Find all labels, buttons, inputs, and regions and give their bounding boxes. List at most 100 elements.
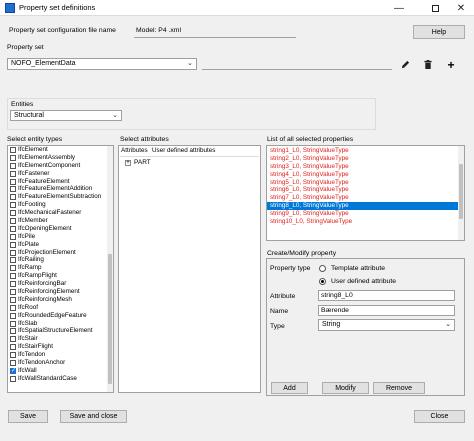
checkbox[interactable]: [10, 328, 16, 335]
checkbox[interactable]: [10, 281, 16, 288]
tab-user-defined-attributes[interactable]: User defined attributes: [152, 147, 215, 154]
name-field[interactable]: Bærende: [318, 305, 455, 316]
list-item[interactable]: IfcTendon: [8, 351, 113, 359]
save-and-close-button[interactable]: Save and close: [60, 410, 127, 423]
checkbox[interactable]: [10, 233, 16, 240]
checkbox[interactable]: [10, 146, 16, 153]
add-property-button[interactable]: Add: [271, 382, 308, 394]
checkbox[interactable]: [10, 217, 16, 224]
list-item[interactable]: string9_L0, StringValueType: [267, 210, 464, 218]
list-item[interactable]: IfcReinforcingBar: [8, 280, 113, 288]
selected-properties-scrollbar[interactable]: [458, 146, 464, 240]
modify-property-button[interactable]: Modify: [322, 382, 369, 394]
list-item[interactable]: IfcFastener: [8, 170, 113, 178]
list-item[interactable]: IfcStair: [8, 335, 113, 343]
help-button[interactable]: Help: [413, 25, 465, 39]
attribute-field[interactable]: string8_L0: [318, 290, 455, 301]
checkbox[interactable]: [10, 186, 16, 193]
list-item[interactable]: IfcPile: [8, 233, 113, 241]
list-item[interactable]: IfcElementComponent: [8, 162, 113, 170]
checkbox[interactable]: [10, 194, 16, 201]
delete-icon[interactable]: [421, 58, 435, 71]
checkbox[interactable]: [10, 312, 16, 319]
list-item[interactable]: string2_L0, StringValueType: [267, 155, 464, 163]
tree-node-part[interactable]: PART: [134, 159, 151, 166]
list-item[interactable]: IfcFeatureElement: [8, 178, 113, 186]
checkbox[interactable]: [10, 225, 16, 232]
checkbox[interactable]: [10, 202, 16, 209]
list-item[interactable]: IfcSpatialStructureElement: [8, 327, 113, 335]
list-item[interactable]: IfcRampFlight: [8, 272, 113, 280]
list-item[interactable]: IfcRamp: [8, 264, 113, 272]
scrollbar-thumb[interactable]: [459, 164, 463, 219]
checkbox[interactable]: [10, 320, 16, 327]
list-item[interactable]: string5_L0, StringValueType: [267, 179, 464, 187]
minimize-icon[interactable]: —: [384, 0, 414, 16]
checkbox[interactable]: [10, 344, 16, 351]
checkbox[interactable]: [10, 359, 16, 366]
remove-property-button[interactable]: Remove: [373, 382, 425, 394]
list-item-label: IfcWallStandardCase: [18, 374, 77, 382]
list-item[interactable]: IfcFeatureElementSubtraction: [8, 193, 113, 201]
list-item[interactable]: IfcMember: [8, 217, 113, 225]
checkbox[interactable]: [10, 375, 16, 382]
checkbox[interactable]: [10, 288, 16, 295]
list-item[interactable]: IfcPlate: [8, 241, 113, 249]
checkbox[interactable]: [10, 241, 16, 248]
list-item[interactable]: IfcWallStandardCase: [8, 375, 113, 383]
list-item[interactable]: string6_L0, StringValueType: [267, 186, 464, 194]
checkbox[interactable]: ✓: [10, 367, 16, 374]
entities-select[interactable]: Structural ⌄: [10, 110, 122, 121]
list-item[interactable]: IfcReinforcingElement: [8, 288, 113, 296]
list-item[interactable]: string4_L0, StringValueType: [267, 171, 464, 179]
list-item[interactable]: IfcFeatureElementAddition: [8, 185, 113, 193]
edit-icon[interactable]: [398, 58, 412, 71]
close-button[interactable]: Close: [414, 410, 465, 423]
user-defined-attribute-radio[interactable]: [319, 278, 326, 285]
property-set-name-field[interactable]: [202, 69, 392, 70]
add-icon[interactable]: +: [444, 58, 458, 72]
list-item[interactable]: ✓ IfcWall: [8, 367, 113, 375]
list-item[interactable]: IfcFooting: [8, 201, 113, 209]
list-item[interactable]: IfcElementAssembly: [8, 154, 113, 162]
list-item[interactable]: IfcRoof: [8, 304, 113, 312]
checkbox[interactable]: [10, 257, 16, 264]
checkbox[interactable]: [10, 273, 16, 280]
list-item[interactable]: string7_L0, StringValueType: [267, 194, 464, 202]
list-item[interactable]: string1_L0, StringValueType: [267, 147, 464, 155]
type-select[interactable]: String ⌄: [318, 319, 455, 331]
save-button[interactable]: Save: [8, 410, 48, 423]
list-item[interactable]: IfcRoundedEdgeFeature: [8, 312, 113, 320]
checkbox[interactable]: [10, 304, 16, 311]
list-item[interactable]: string8_L0, StringValueType: [267, 202, 464, 211]
checkbox[interactable]: [10, 154, 16, 161]
close-window-icon[interactable]: ✕: [446, 0, 474, 16]
scrollbar-thumb[interactable]: [108, 254, 112, 384]
tab-attributes[interactable]: Attributes: [121, 147, 148, 154]
list-item[interactable]: string3_L0, StringValueType: [267, 163, 464, 171]
checkbox[interactable]: [10, 352, 16, 359]
property-set-select[interactable]: NOFO_ElementData ⌄: [7, 58, 197, 70]
checkbox[interactable]: [10, 210, 16, 217]
checkbox[interactable]: [10, 178, 16, 185]
checkbox[interactable]: [10, 336, 16, 343]
list-item[interactable]: IfcElement: [8, 146, 113, 154]
list-item[interactable]: IfcReinforcingMesh: [8, 296, 113, 304]
config-file-field[interactable]: Model: P4 .xml: [134, 26, 296, 38]
list-item[interactable]: IfcStairFlight: [8, 343, 113, 351]
checkbox[interactable]: [10, 296, 16, 303]
checkbox[interactable]: [10, 170, 16, 177]
checkbox[interactable]: [10, 265, 16, 272]
list-item[interactable]: string10_L0, StringValueType: [267, 218, 464, 226]
list-item[interactable]: IfcSlab: [8, 320, 113, 328]
tree-expander-icon[interactable]: +: [125, 160, 131, 166]
checkbox[interactable]: [10, 249, 16, 256]
list-item[interactable]: IfcMechanicalFastener: [8, 209, 113, 217]
list-item[interactable]: IfcOpeningElement: [8, 225, 113, 233]
template-attribute-radio[interactable]: [319, 265, 326, 272]
entity-types-scrollbar[interactable]: [107, 146, 113, 392]
list-item[interactable]: IfcTendonAnchor: [8, 359, 113, 367]
list-item[interactable]: IfcRailing: [8, 256, 113, 264]
checkbox[interactable]: [10, 162, 16, 169]
list-item[interactable]: IfcProjectionElement: [8, 249, 113, 257]
